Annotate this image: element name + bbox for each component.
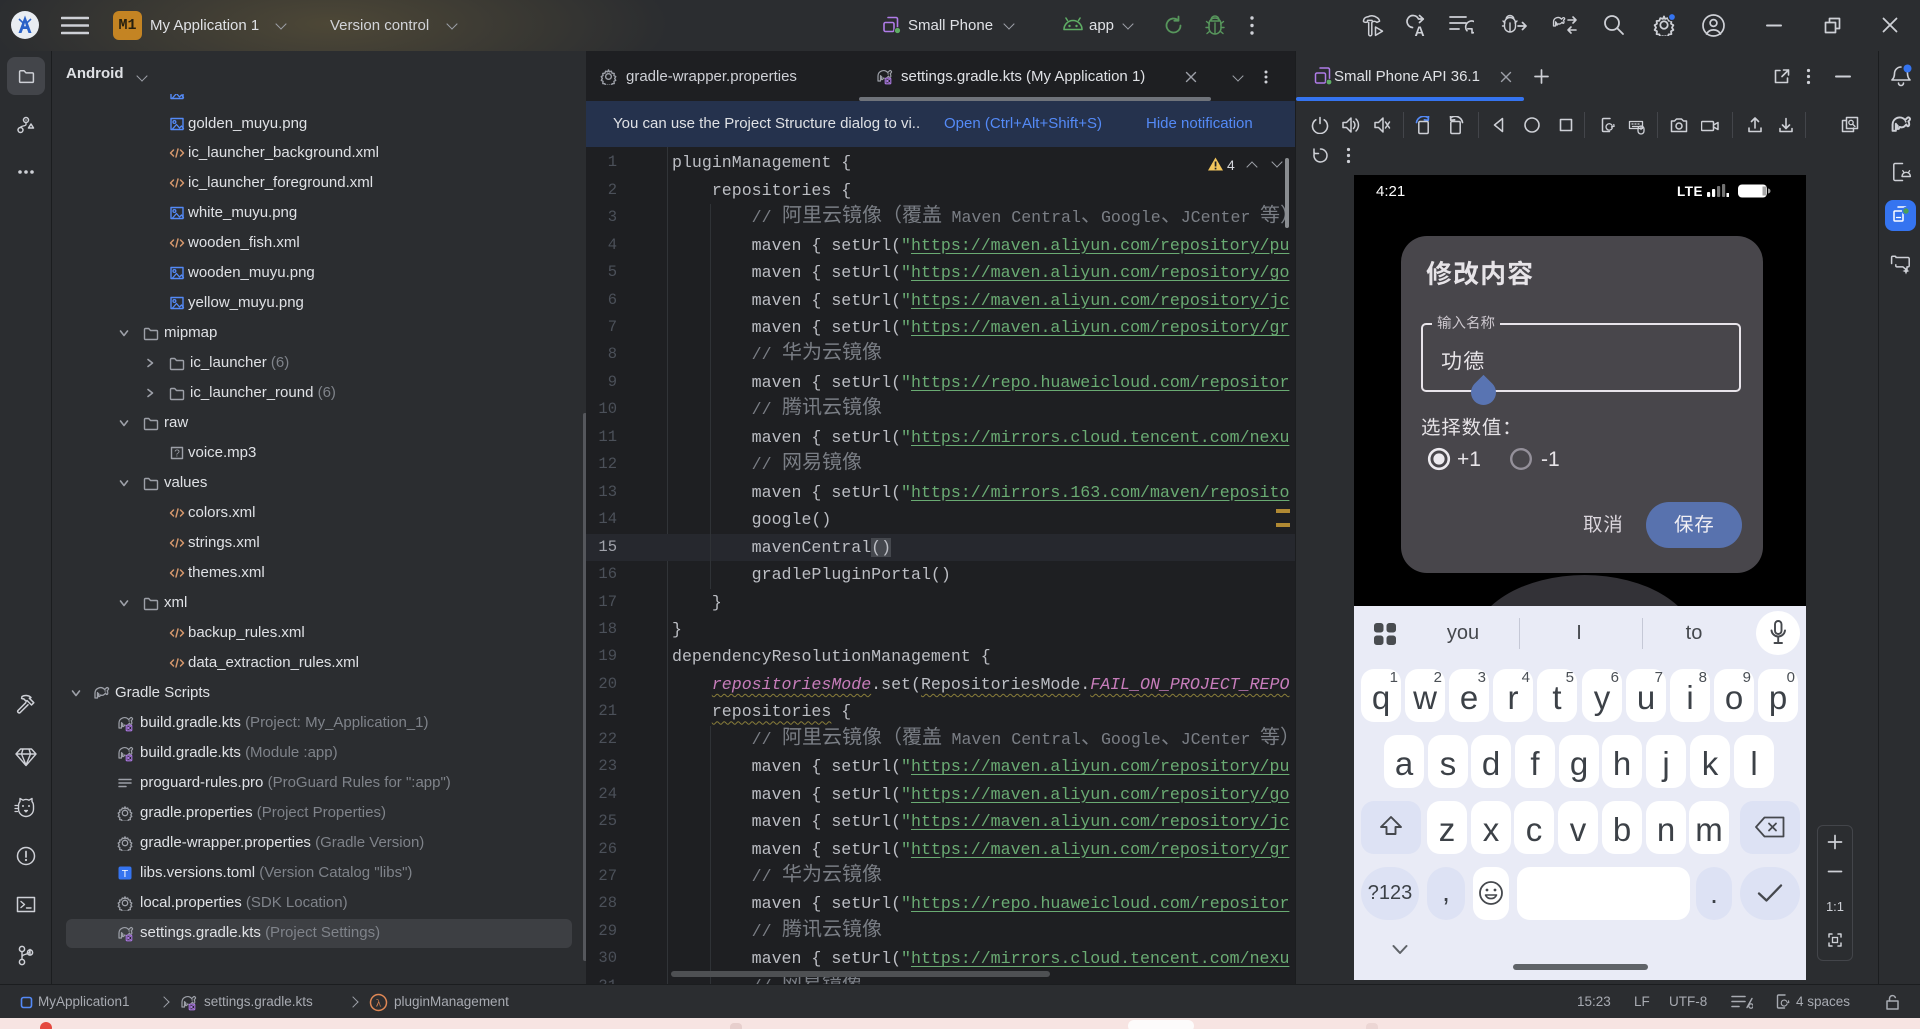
svg-text:?: ?	[174, 449, 180, 460]
svg-text:A: A	[1414, 23, 1424, 37]
svg-text:T: T	[122, 868, 129, 880]
svg-text:λ: λ	[376, 998, 382, 1010]
